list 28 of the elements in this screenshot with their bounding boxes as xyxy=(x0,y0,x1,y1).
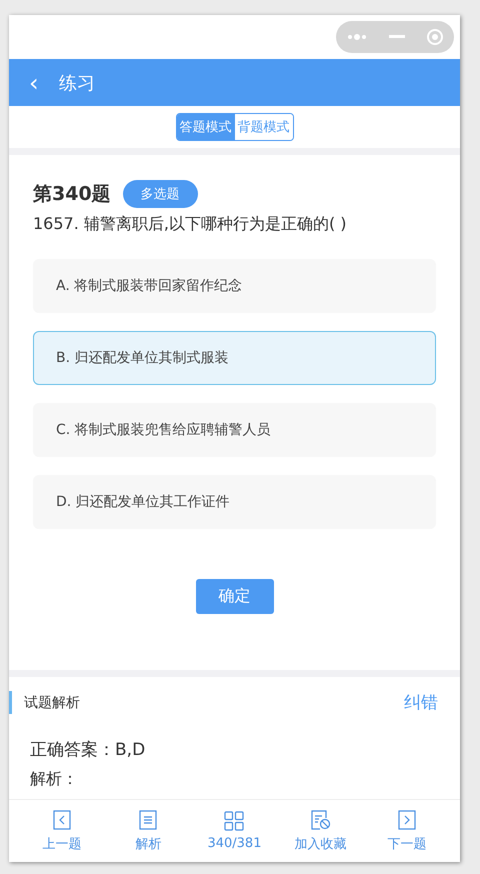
capsule-menu[interactable] xyxy=(336,21,454,53)
nav-button[interactable]: 上一题 xyxy=(22,810,102,852)
question-text: 1657. 辅警离职后,以下哪种行为是正确的( ) xyxy=(33,214,348,235)
section-title: 试题解析 xyxy=(24,694,80,712)
minimize-icon[interactable] xyxy=(388,35,405,39)
chevron-right-icon xyxy=(398,810,416,830)
chevron-left-icon xyxy=(53,810,72,830)
answer-option[interactable]: A. 将制式服装带回家留作纪念 xyxy=(33,259,436,313)
back-button[interactable]: ‹ xyxy=(29,68,59,96)
nav-button[interactable]: 加入收藏 xyxy=(280,810,361,852)
mode-tab[interactable]: 答题模式 xyxy=(176,114,234,140)
more-icon[interactable] xyxy=(346,32,368,42)
nav-button[interactable]: 解析 xyxy=(108,810,188,852)
question-type-badge: 多选题 xyxy=(122,180,198,208)
answer-option[interactable]: D. 归还配发单位其工作证件 xyxy=(33,475,436,529)
nav-button[interactable]: 下一题 xyxy=(366,810,447,852)
question-number: 第340题 xyxy=(33,182,111,207)
grid-icon xyxy=(224,811,244,831)
confirm-button[interactable]: 确定 xyxy=(196,579,274,614)
report-error-link[interactable]: 纠错 xyxy=(404,691,438,714)
nav-button[interactable]: 340/381 xyxy=(194,811,274,851)
mode-tab[interactable]: 背题模式 xyxy=(234,114,292,140)
page-title: 练习 xyxy=(59,72,95,94)
document-icon xyxy=(139,810,158,830)
answer-option[interactable]: C. 将制式服装兜售给应聘辅警人员 xyxy=(33,403,436,457)
analysis-label: 解析： xyxy=(30,769,79,790)
correct-answer: 正确答案：B,D xyxy=(30,739,146,761)
answer-option[interactable]: B. 归还配发单位其制式服装 xyxy=(33,331,436,385)
